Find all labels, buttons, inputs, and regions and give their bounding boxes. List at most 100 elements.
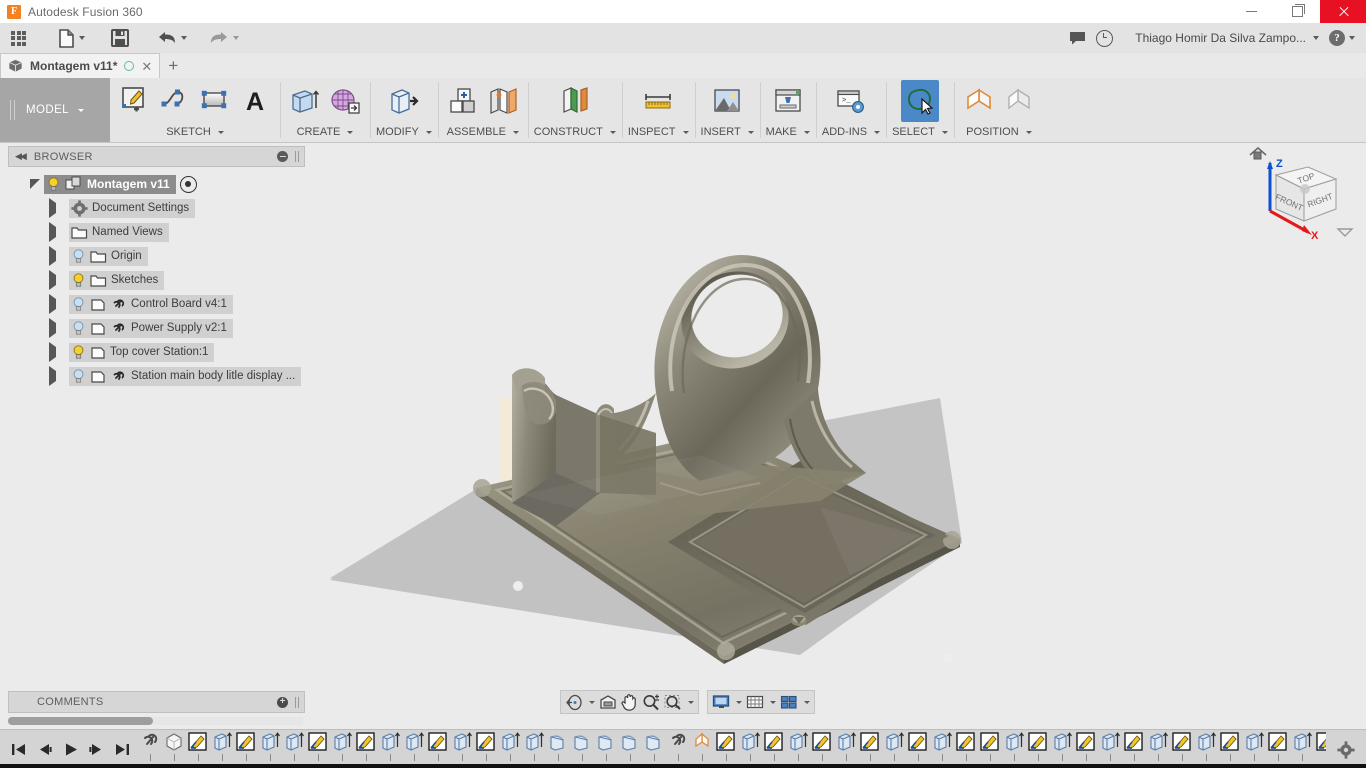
chevron-down-icon[interactable] [512, 130, 519, 134]
timeline-feature[interactable] [1266, 731, 1290, 761]
lightbulb-on-icon[interactable] [46, 176, 61, 192]
timeline-feature[interactable] [1122, 731, 1146, 761]
chevron-down-icon[interactable] [609, 130, 616, 134]
tree-node-power-supply[interactable]: Power Supply v2:1 [8, 316, 303, 340]
tree-node-chip[interactable]: Named Views [69, 222, 169, 242]
measure-button[interactable] [639, 80, 677, 122]
timeline-feature[interactable] [426, 731, 450, 761]
timeline-feature[interactable] [186, 731, 210, 761]
chevron-down-icon[interactable] [589, 700, 595, 704]
timeline-feature[interactable] [1074, 731, 1098, 761]
lightbulb-off-icon[interactable] [71, 368, 86, 384]
timeline-feature[interactable] [834, 731, 858, 761]
timeline-feature[interactable] [546, 731, 570, 761]
tree-node-chip[interactable]: Origin [69, 246, 148, 266]
construction-plane-button[interactable] [556, 80, 594, 122]
timeline-feature[interactable] [258, 731, 282, 761]
tree-node-document-settings[interactable]: Document Settings [8, 196, 303, 220]
double-chevron-left-icon[interactable]: ◀◀ [15, 152, 27, 162]
expand-arrow-icon[interactable] [49, 222, 65, 242]
lightbulb-off-icon[interactable] [71, 296, 86, 312]
insert-canvas-button[interactable] [708, 80, 746, 122]
expand-arrow-icon[interactable] [49, 318, 65, 338]
look-at-button[interactable] [597, 692, 619, 712]
tree-node-origin[interactable]: Origin [8, 244, 303, 268]
expand-arrow-icon[interactable] [49, 270, 65, 290]
tree-node-control-board[interactable]: Control Board v4:1 [8, 292, 303, 316]
timeline-feature[interactable] [522, 731, 546, 761]
chevron-down-icon[interactable] [770, 700, 776, 704]
go-to-beginning-button[interactable] [6, 736, 30, 764]
press-pull-button[interactable] [385, 80, 423, 122]
viewports-button[interactable] [778, 692, 812, 712]
timeline-feature[interactable] [930, 731, 954, 761]
lightbulb-off-icon[interactable] [71, 248, 86, 264]
timeline-feature[interactable] [882, 731, 906, 761]
timeline-feature[interactable] [978, 731, 1002, 761]
timeline-feature[interactable] [762, 731, 786, 761]
timeline-feature[interactable] [1170, 731, 1194, 761]
tree-node-chip[interactable]: Montagem v11 [44, 174, 176, 194]
timeline-feature[interactable] [378, 731, 402, 761]
timeline-feature[interactable] [138, 731, 162, 761]
timeline-feature[interactable] [906, 731, 930, 761]
tree-node-station-main-body[interactable]: Station main body litle display ... [8, 364, 303, 388]
timeline-feature[interactable] [1026, 731, 1050, 761]
redo-button[interactable] [204, 24, 244, 52]
3d-print-button[interactable] [769, 80, 807, 122]
chevron-down-icon[interactable] [747, 130, 754, 134]
chevron-down-icon[interactable] [347, 130, 354, 134]
timeline-feature[interactable] [1242, 731, 1266, 761]
timeline-feature[interactable] [1194, 731, 1218, 761]
display-settings-button[interactable] [710, 692, 744, 712]
workspace-selector[interactable]: MODEL [0, 78, 110, 142]
viewcube[interactable]: TOP FRONT RIGHT Z X [1238, 143, 1358, 253]
maximize-button[interactable] [1274, 0, 1320, 23]
timeline-feature[interactable] [306, 731, 330, 761]
timeline-settings-button[interactable] [1326, 740, 1366, 759]
expand-arrow-icon[interactable] [49, 342, 65, 362]
timeline-feature[interactable] [858, 731, 882, 761]
expand-arrow-icon[interactable] [49, 366, 65, 386]
timeline-feature[interactable] [786, 731, 810, 761]
chevron-down-icon[interactable] [874, 130, 881, 134]
timeline-feature[interactable] [1050, 731, 1074, 761]
timeline-feature[interactable] [810, 731, 834, 761]
timeline-feature[interactable] [738, 731, 762, 761]
scripts-and-addins-button[interactable]: >_ [832, 80, 870, 122]
add-comment-button[interactable]: + [277, 696, 288, 708]
timeline-feature[interactable] [162, 731, 186, 761]
timeline-track[interactable] [138, 731, 1326, 768]
timeline-feature[interactable] [498, 731, 522, 761]
step-forward-button[interactable] [84, 736, 108, 764]
minus-circle-icon[interactable] [277, 151, 288, 162]
move-copy-button[interactable] [960, 80, 998, 122]
step-back-button[interactable] [32, 736, 56, 764]
timeline-feature[interactable] [714, 731, 738, 761]
close-button[interactable] [1320, 0, 1366, 23]
tree-node-chip[interactable]: Document Settings [69, 198, 196, 218]
expand-arrow-icon[interactable] [49, 294, 65, 314]
timeline-feature[interactable] [1002, 731, 1026, 761]
align-button[interactable] [1000, 80, 1038, 122]
tree-node-chip[interactable]: Control Board v4:1 [69, 294, 233, 314]
help-button[interactable]: ? [1324, 24, 1360, 52]
tree-node-chip[interactable]: Power Supply v2:1 [69, 318, 233, 338]
timeline-feature[interactable] [1098, 731, 1122, 761]
fit-button[interactable] [662, 692, 696, 712]
close-tab-icon[interactable]: ✕ [141, 60, 152, 73]
timeline-feature[interactable] [570, 731, 594, 761]
chevron-down-icon[interactable] [1025, 130, 1032, 134]
timeline-feature[interactable] [354, 731, 378, 761]
target-icon[interactable] [179, 175, 197, 193]
chevron-down-icon[interactable] [682, 130, 689, 134]
new-component-button[interactable] [444, 80, 482, 122]
chevron-down-icon[interactable] [688, 700, 694, 704]
file-menu-button[interactable] [53, 24, 90, 52]
lightbulb-off-icon[interactable] [71, 320, 86, 336]
user-account-button[interactable]: Thiago Homir Da Silva Zampo... [1130, 24, 1324, 52]
tree-node-chip[interactable]: Station main body litle display ... [69, 366, 302, 386]
chevron-down-icon[interactable] [736, 700, 742, 704]
browser-horizontal-scrollbar[interactable] [8, 717, 303, 725]
joint-button[interactable] [484, 80, 522, 122]
